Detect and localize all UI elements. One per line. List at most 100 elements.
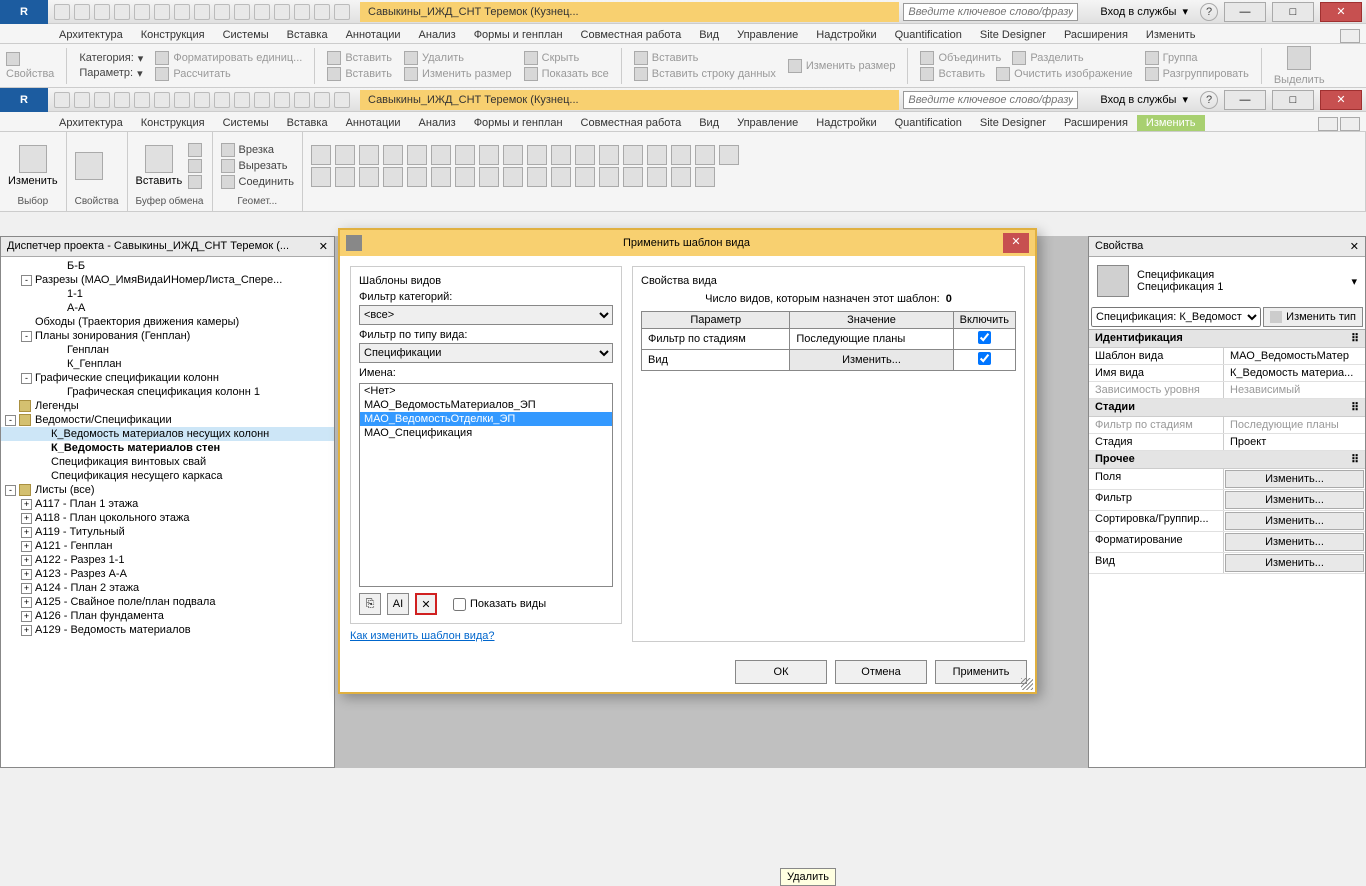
prop-value[interactable]: Независимый bbox=[1224, 382, 1365, 398]
modify-tool-icon[interactable] bbox=[455, 145, 475, 165]
properties-close-icon[interactable]: ✕ bbox=[1350, 240, 1359, 253]
tab-manage[interactable]: Управление bbox=[728, 27, 807, 43]
qat-icon[interactable] bbox=[74, 92, 90, 108]
type-selector[interactable]: Спецификация: К_Ведомост bbox=[1091, 307, 1261, 327]
modify-tool-icon[interactable] bbox=[671, 145, 691, 165]
apply-button[interactable]: Применить bbox=[935, 660, 1027, 684]
modify-tool-icon[interactable] bbox=[575, 145, 595, 165]
tree-node[interactable]: Спецификация несущего каркаса bbox=[1, 469, 334, 483]
app-logo[interactable]: R bbox=[0, 88, 48, 112]
insert-col2[interactable]: Вставить bbox=[345, 68, 392, 80]
filter-category-select[interactable]: <все> bbox=[359, 305, 613, 325]
tab-quantification[interactable]: Quantification bbox=[886, 27, 971, 43]
tab-architecture[interactable]: Архитектура bbox=[50, 27, 132, 43]
tree-node[interactable]: А-А bbox=[1, 301, 334, 315]
value-cell[interactable]: Последующие планы bbox=[790, 329, 953, 350]
tree-node[interactable]: К_Ведомость материалов несущих колонн bbox=[1, 427, 334, 441]
props-section-header[interactable]: Прочее⠿ bbox=[1089, 451, 1365, 469]
qat-icon[interactable] bbox=[234, 4, 250, 20]
tree-expander-icon[interactable]: + bbox=[21, 499, 32, 510]
modify-tool-icon[interactable] bbox=[479, 167, 499, 187]
modify-tool-icon[interactable] bbox=[407, 167, 427, 187]
prop-value[interactable]: Изменить... bbox=[1225, 470, 1364, 488]
format-units[interactable]: Форматировать единиц... bbox=[173, 52, 302, 64]
qat-icon[interactable] bbox=[194, 4, 210, 20]
tree-node[interactable]: Легенды bbox=[1, 399, 334, 413]
minimize-button[interactable]: — bbox=[1224, 2, 1266, 22]
close-button[interactable]: ✕ bbox=[1320, 2, 1362, 22]
qat-icon[interactable] bbox=[134, 4, 150, 20]
modify-tool-icon[interactable] bbox=[599, 167, 619, 187]
tree-expander-icon[interactable]: + bbox=[21, 569, 32, 580]
qat-icon[interactable] bbox=[254, 4, 270, 20]
project-tree[interactable]: Б-Б-Разрезы (МАО_ИмяВидаИНомерЛиста_Спер… bbox=[1, 257, 334, 767]
qat-icon[interactable] bbox=[294, 4, 310, 20]
qat-icon[interactable] bbox=[234, 92, 250, 108]
qat-icon[interactable] bbox=[314, 92, 330, 108]
tree-node[interactable]: Графическая спецификация колонн 1 bbox=[1, 385, 334, 399]
tree-node[interactable]: +А129 - Ведомость материалов bbox=[1, 623, 334, 637]
tree-expander-icon[interactable]: + bbox=[21, 555, 32, 566]
qat-icon[interactable] bbox=[274, 92, 290, 108]
tab-systems[interactable]: Системы bbox=[214, 27, 278, 43]
search-input-2[interactable] bbox=[903, 91, 1078, 109]
qat-icon[interactable] bbox=[54, 4, 70, 20]
modify-tool-icon[interactable] bbox=[335, 167, 355, 187]
qat-icon[interactable] bbox=[194, 92, 210, 108]
tab[interactable]: Вставка bbox=[278, 115, 337, 131]
tree-node[interactable]: +А117 - План 1 этажа bbox=[1, 497, 334, 511]
rename-button[interactable]: AI bbox=[387, 593, 409, 615]
qat-icon[interactable] bbox=[294, 92, 310, 108]
tab[interactable]: Вид bbox=[690, 115, 728, 131]
tab-annotate[interactable]: Аннотации bbox=[337, 27, 410, 43]
clip-icon[interactable] bbox=[188, 175, 202, 189]
prop-value[interactable]: Изменить... bbox=[1225, 512, 1364, 530]
modify-tool-icon[interactable] bbox=[455, 167, 475, 187]
tree-node[interactable]: -Планы зонирования (Генплан) bbox=[1, 329, 334, 343]
qat-icon[interactable] bbox=[334, 4, 350, 20]
resize-col[interactable]: Изменить размер bbox=[422, 68, 512, 80]
qat-icon[interactable] bbox=[94, 4, 110, 20]
tree-expander-icon[interactable]: + bbox=[21, 541, 32, 552]
tab-insert[interactable]: Вставка bbox=[278, 27, 337, 43]
calculate[interactable]: Рассчитать bbox=[173, 68, 230, 80]
qat-icon[interactable] bbox=[114, 4, 130, 20]
cut-icon[interactable] bbox=[221, 159, 235, 173]
props-section-header[interactable]: Идентификация⠿ bbox=[1089, 330, 1365, 348]
tree-node[interactable]: Обходы (Траектория движения камеры) bbox=[1, 315, 334, 329]
tab-addins[interactable]: Надстройки bbox=[807, 27, 885, 43]
modify-tool-icon[interactable] bbox=[551, 167, 571, 187]
tree-expander-icon[interactable]: + bbox=[21, 625, 32, 636]
include-cell[interactable] bbox=[953, 350, 1015, 371]
props-section-header[interactable]: Стадии⠿ bbox=[1089, 399, 1365, 417]
help-link[interactable]: Как изменить шаблон вида? bbox=[350, 630, 622, 642]
tab-massing[interactable]: Формы и генплан bbox=[465, 27, 572, 43]
tree-expander-icon[interactable]: + bbox=[21, 597, 32, 608]
modify-tool-icon[interactable] bbox=[527, 167, 547, 187]
edit-type-button[interactable]: Изменить тип bbox=[1263, 307, 1363, 327]
insert-img[interactable]: Вставить bbox=[938, 68, 985, 80]
prop-value[interactable]: Проект bbox=[1224, 434, 1365, 450]
tree-node[interactable]: +А122 - Разрез 1-1 bbox=[1, 553, 334, 567]
modify-tool-icon[interactable] bbox=[695, 167, 715, 187]
insert-datarow[interactable]: Вставить строку данных bbox=[652, 68, 776, 80]
tree-expander-icon[interactable]: - bbox=[5, 415, 16, 426]
tree-node[interactable]: +А125 - Свайное поле/план подвала bbox=[1, 595, 334, 609]
modify-tool-icon[interactable] bbox=[575, 167, 595, 187]
tree-expander-icon[interactable]: - bbox=[21, 331, 32, 342]
modify-tool-icon[interactable] bbox=[551, 145, 571, 165]
connect[interactable]: Соединить bbox=[239, 176, 295, 188]
modify-tool-icon[interactable] bbox=[335, 145, 355, 165]
clip-icon[interactable] bbox=[188, 159, 202, 173]
qat-icon[interactable] bbox=[154, 92, 170, 108]
tab[interactable]: Архитектура bbox=[50, 115, 132, 131]
modify-tool-icon[interactable] bbox=[311, 167, 331, 187]
clear-img[interactable]: Очистить изображение bbox=[1014, 68, 1132, 80]
insert-col[interactable]: Вставить bbox=[345, 52, 392, 64]
panel-icon[interactable] bbox=[1318, 117, 1338, 131]
templates-listbox[interactable]: <Нет>МАО_ВедомостьМатериалов_ЭПМАО_Ведом… bbox=[359, 383, 613, 587]
tab[interactable]: Анализ bbox=[410, 115, 465, 131]
qat-icon[interactable] bbox=[114, 92, 130, 108]
value-cell[interactable]: Изменить... bbox=[790, 350, 953, 371]
qat-icon[interactable] bbox=[54, 92, 70, 108]
